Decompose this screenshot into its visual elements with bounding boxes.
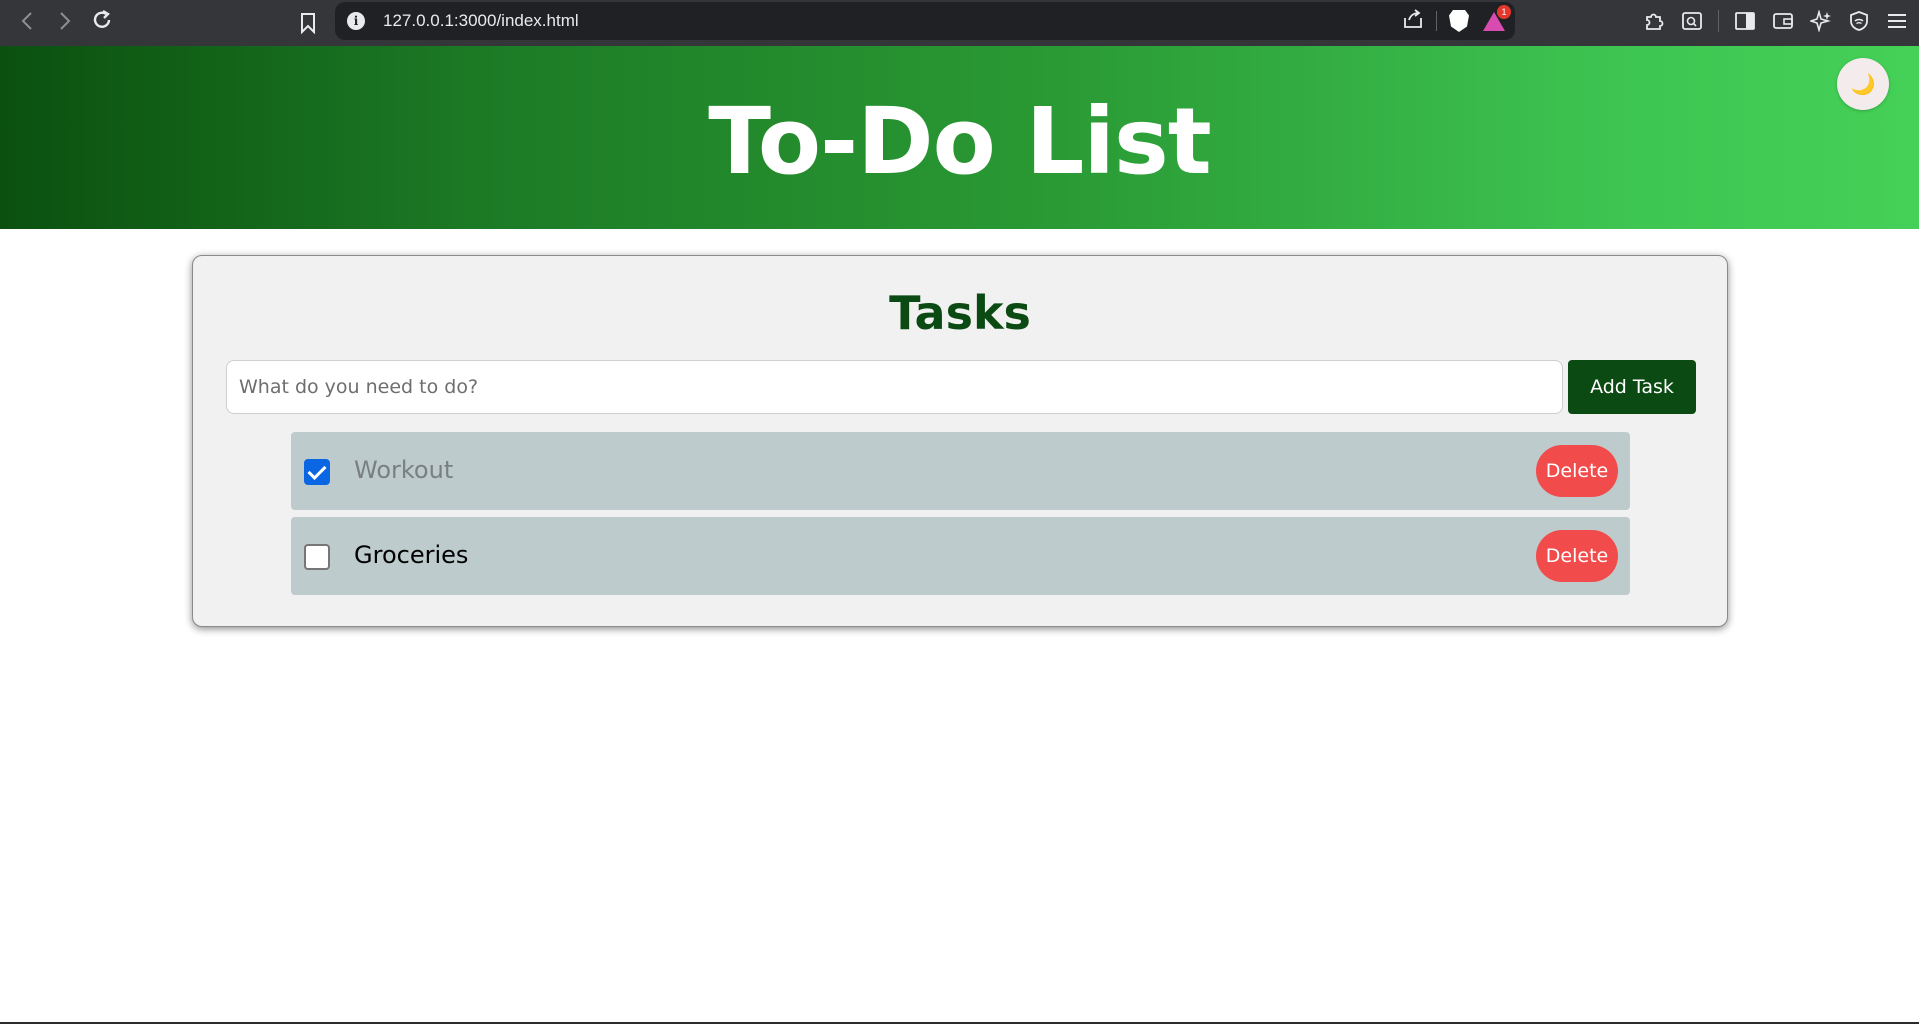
- task-checkbox[interactable]: [304, 544, 330, 570]
- extensions-button[interactable]: [1638, 5, 1670, 37]
- task-text: Groceries: [354, 541, 469, 569]
- divider: [1718, 10, 1719, 32]
- sidebar-icon: [1735, 12, 1755, 30]
- wallet-icon: [1773, 13, 1793, 29]
- tasks-card: Tasks Add Task Workout Delete Groceries …: [192, 255, 1728, 627]
- divider: [1436, 11, 1437, 31]
- page-title: To-Do List: [708, 88, 1211, 195]
- wallet-button[interactable]: [1767, 5, 1799, 37]
- bookmark-icon: [301, 13, 315, 34]
- chevron-right-icon: [60, 12, 71, 30]
- url-text[interactable]: 127.0.0.1:3000/index.html: [383, 11, 579, 31]
- add-task-button[interactable]: Add Task: [1568, 360, 1696, 414]
- task-list: Workout Delete Groceries Delete: [291, 432, 1630, 602]
- task-text: Workout: [354, 456, 454, 484]
- task-item: Workout Delete: [291, 432, 1630, 510]
- browser-toolbar: i 127.0.0.1:3000/index.html 1: [0, 0, 1919, 46]
- menu-button[interactable]: [1881, 5, 1913, 37]
- reload-button[interactable]: [83, 1, 121, 39]
- share-icon[interactable]: [1402, 9, 1424, 33]
- new-task-input[interactable]: [226, 360, 1563, 414]
- forward-button[interactable]: [46, 2, 84, 40]
- brave-shields-icon[interactable]: [1449, 10, 1469, 32]
- delete-task-button[interactable]: Delete: [1536, 530, 1618, 582]
- leo-ai-button[interactable]: [1805, 5, 1837, 37]
- theme-toggle-button[interactable]: 🌙: [1837, 58, 1889, 110]
- address-bar[interactable]: i 127.0.0.1:3000/index.html 1: [335, 2, 1515, 40]
- sidebar-button[interactable]: [1729, 5, 1761, 37]
- vpn-button[interactable]: [1843, 5, 1875, 37]
- search-page-button[interactable]: [1676, 5, 1708, 37]
- search-page-icon: [1682, 12, 1702, 30]
- hamburger-menu-icon: [1888, 14, 1906, 28]
- extensions-area: [1638, 0, 1913, 42]
- sparkle-icon: [1810, 10, 1831, 32]
- task-checkbox[interactable]: [304, 459, 330, 485]
- back-button[interactable]: [8, 2, 46, 40]
- brave-rewards-button[interactable]: 1: [1481, 5, 1511, 34]
- app-header: To-Do List 🌙: [0, 46, 1919, 229]
- address-bar-actions: 1: [1402, 2, 1511, 40]
- reload-icon: [93, 9, 111, 28]
- info-icon[interactable]: i: [347, 12, 365, 30]
- puzzle-icon: [1646, 13, 1664, 30]
- delete-task-button[interactable]: Delete: [1536, 445, 1618, 497]
- notification-badge: 1: [1497, 5, 1511, 19]
- bookmark-button[interactable]: [289, 4, 327, 42]
- shield-icon: [1850, 11, 1868, 31]
- moon-icon: 🌙: [1850, 72, 1876, 96]
- task-item: Groceries Delete: [291, 517, 1630, 595]
- chevron-left-icon: [21, 12, 32, 30]
- tasks-heading: Tasks: [889, 286, 1031, 340]
